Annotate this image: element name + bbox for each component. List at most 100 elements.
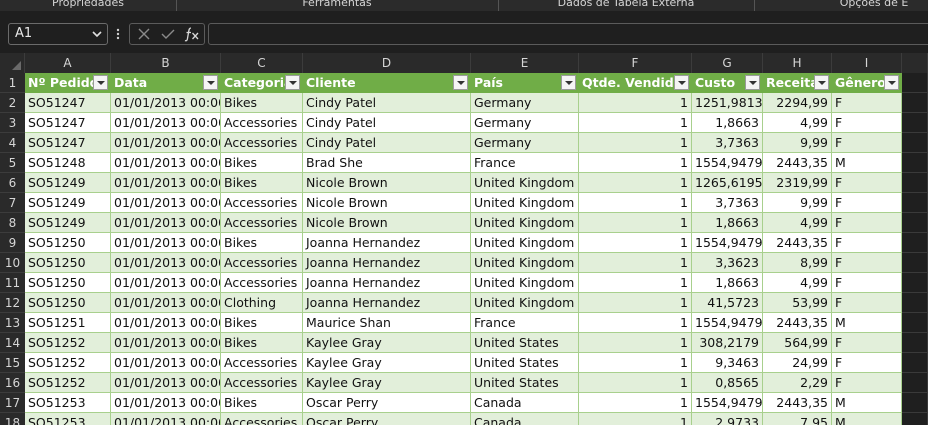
table-cell[interactable]: Oscar Perry [303, 393, 471, 413]
row-header[interactable]: 11 [0, 273, 25, 293]
table-cell[interactable]: 9,99 [763, 193, 832, 213]
table-cell[interactable]: 1 [579, 213, 692, 233]
table-cell[interactable]: Oscar Perry [303, 413, 471, 425]
table-cell[interactable]: Germany [471, 93, 579, 113]
table-header-cell[interactable]: Categoria [221, 73, 303, 93]
table-cell[interactable]: United Kingdom [471, 193, 579, 213]
row-header[interactable]: 12 [0, 293, 25, 313]
table-cell[interactable]: 01/01/2013 00:00 [111, 293, 221, 313]
table-cell[interactable]: 2443,35 [763, 313, 832, 333]
table-header-cell[interactable]: Gênero [832, 73, 902, 93]
table-cell[interactable]: Kaylee Gray [303, 353, 471, 373]
table-header-cell[interactable]: Nº Pedido [25, 73, 111, 93]
table-cell[interactable]: SO51250 [25, 273, 111, 293]
table-cell[interactable]: 01/01/2013 00:00 [111, 273, 221, 293]
table-cell[interactable]: 1 [579, 293, 692, 313]
table-cell[interactable]: 01/01/2013 00:00 [111, 173, 221, 193]
table-cell[interactable]: 01/01/2013 00:00 [111, 253, 221, 273]
table-cell[interactable]: Bikes [221, 313, 303, 333]
empty-cell[interactable] [902, 333, 928, 353]
table-cell[interactable]: France [471, 313, 579, 333]
filter-dropdown-icon[interactable] [93, 75, 108, 90]
table-cell[interactable]: SO51247 [25, 93, 111, 113]
row-header[interactable]: 8 [0, 213, 25, 233]
table-cell[interactable]: 8,99 [763, 253, 832, 273]
empty-cell[interactable] [902, 313, 928, 333]
table-cell[interactable]: SO51252 [25, 333, 111, 353]
table-cell[interactable]: 308,2179 [692, 333, 763, 353]
column-header-g[interactable]: G [692, 53, 763, 73]
empty-cell[interactable] [902, 293, 928, 313]
table-cell[interactable]: United Kingdom [471, 253, 579, 273]
table-cell[interactable]: Bikes [221, 153, 303, 173]
column-header-f[interactable]: F [579, 53, 692, 73]
table-cell[interactable]: United Kingdom [471, 273, 579, 293]
table-cell[interactable]: 4,99 [763, 273, 832, 293]
table-cell[interactable]: Bikes [221, 233, 303, 253]
table-cell[interactable]: 2,29 [763, 373, 832, 393]
empty-cell[interactable] [902, 213, 928, 233]
table-cell[interactable]: Germany [471, 133, 579, 153]
table-cell[interactable]: Joanna Hernandez [303, 253, 471, 273]
table-cell[interactable]: 1 [579, 173, 692, 193]
table-cell[interactable]: 1,8663 [692, 113, 763, 133]
table-cell[interactable]: Accessories [221, 213, 303, 233]
empty-cell[interactable] [902, 393, 928, 413]
empty-cell[interactable] [902, 273, 928, 293]
table-cell[interactable]: SO51248 [25, 153, 111, 173]
table-cell[interactable]: United States [471, 373, 579, 393]
row-header[interactable]: 13 [0, 313, 25, 333]
table-cell[interactable]: F [832, 353, 902, 373]
table-cell[interactable]: 1 [579, 193, 692, 213]
table-cell[interactable]: France [471, 153, 579, 173]
table-cell[interactable]: Germany [471, 113, 579, 133]
table-cell[interactable]: 01/01/2013 00:00 [111, 393, 221, 413]
formula-input[interactable] [208, 23, 928, 45]
table-cell[interactable]: 4,99 [763, 113, 832, 133]
table-cell[interactable]: 01/01/2013 00:00 [111, 133, 221, 153]
table-cell[interactable]: F [832, 373, 902, 393]
table-cell[interactable]: 1 [579, 273, 692, 293]
table-cell[interactable]: 9,3463 [692, 353, 763, 373]
table-cell[interactable]: 1 [579, 133, 692, 153]
table-cell[interactable]: 2294,99 [763, 93, 832, 113]
table-cell[interactable]: United Kingdom [471, 233, 579, 253]
column-header-i[interactable]: I [832, 53, 902, 73]
row-header[interactable]: 3 [0, 113, 25, 133]
empty-cell[interactable] [902, 373, 928, 393]
table-cell[interactable]: 53,99 [763, 293, 832, 313]
table-cell[interactable]: 01/01/2013 00:00 [111, 353, 221, 373]
table-cell[interactable]: Bikes [221, 173, 303, 193]
filter-dropdown-icon[interactable] [453, 75, 468, 90]
row-header[interactable]: 2 [0, 93, 25, 113]
table-cell[interactable]: 01/01/2013 00:00 [111, 153, 221, 173]
table-cell[interactable]: United Kingdom [471, 293, 579, 313]
filter-dropdown-icon[interactable] [203, 75, 218, 90]
table-cell[interactable]: Kaylee Gray [303, 373, 471, 393]
table-cell[interactable]: 1 [579, 333, 692, 353]
table-cell[interactable]: SO51252 [25, 373, 111, 393]
table-cell[interactable]: Kaylee Gray [303, 333, 471, 353]
row-header[interactable]: 6 [0, 173, 25, 193]
table-cell[interactable]: F [832, 273, 902, 293]
table-cell[interactable]: 1 [579, 253, 692, 273]
table-cell[interactable]: Bikes [221, 333, 303, 353]
table-header-cell[interactable]: Receita [763, 73, 832, 93]
table-cell[interactable]: 9,99 [763, 133, 832, 153]
table-cell[interactable]: SO51250 [25, 253, 111, 273]
column-header-b[interactable]: B [111, 53, 221, 73]
row-header[interactable]: 18 [0, 413, 25, 425]
table-cell[interactable]: 3,7363 [692, 193, 763, 213]
table-cell[interactable]: 1 [579, 153, 692, 173]
table-cell[interactable]: United States [471, 353, 579, 373]
table-header-cell[interactable]: Qtde. Vendida [579, 73, 692, 93]
table-cell[interactable]: SO51250 [25, 293, 111, 313]
column-header-h[interactable]: H [763, 53, 832, 73]
table-cell[interactable]: SO51250 [25, 233, 111, 253]
table-cell[interactable]: Cindy Patel [303, 133, 471, 153]
table-cell[interactable]: Bikes [221, 393, 303, 413]
table-cell[interactable]: Accessories [221, 193, 303, 213]
table-cell[interactable]: 1 [579, 373, 692, 393]
table-cell[interactable]: 1265,6195 [692, 173, 763, 193]
table-cell[interactable]: 1554,9479 [692, 393, 763, 413]
